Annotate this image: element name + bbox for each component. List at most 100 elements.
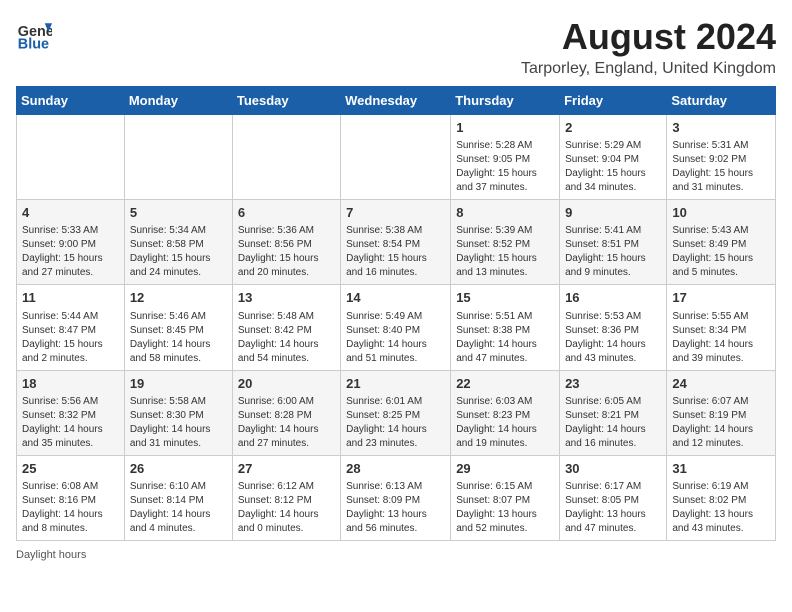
col-header-saturday: Saturday [667,87,776,115]
day-info: Sunrise: 5:41 AM Sunset: 8:51 PM Dayligh… [565,224,661,280]
calendar-cell: 19 Sunrise: 5:58 AM Sunset: 8:30 PM Dayli… [124,370,232,455]
day-info: Sunrise: 5:46 AM Sunset: 8:45 PM Dayligh… [130,310,227,366]
calendar-cell: 9Sunrise: 5:41 AM Sunset: 8:51 PM Daylig… [560,200,667,285]
day-number: 1 [456,119,554,137]
calendar-week-3: 11 Sunrise: 5:44 AM Sunset: 8:47 PM Dayli… [17,285,776,370]
calendar-week-2: 4 Sunrise: 5:33 AM Sunset: 9:00 PM Daylig… [17,200,776,285]
calendar-cell: 21 Sunrise: 6:01 AM Sunset: 8:25 PM Dayli… [341,370,451,455]
day-number: 16 [565,289,661,307]
calendar-cell: 2 Sunrise: 5:29 AM Sunset: 9:04 PM Daylig… [560,115,667,200]
day-number: 29 [456,460,554,478]
day-number: 4 [22,204,119,222]
calendar-cell [124,115,232,200]
daylight-label: Daylight hours [16,549,86,561]
calendar-cell: 29 Sunrise: 6:15 AM Sunset: 8:07 PM Dayli… [451,455,560,540]
svg-text:Blue: Blue [18,36,49,52]
day-info: Sunrise: 6:05 AM Sunset: 8:21 PM Dayligh… [565,395,661,451]
footer: Daylight hours [16,549,776,561]
col-header-sunday: Sunday [17,87,125,115]
day-info: Sunrise: 5:31 AM Sunset: 9:02 PM Dayligh… [672,139,770,195]
calendar-cell: 23 Sunrise: 6:05 AM Sunset: 8:21 PM Dayli… [560,370,667,455]
day-info: Sunrise: 5:55 AM Sunset: 8:34 PM Dayligh… [672,310,770,366]
calendar-cell: 7 Sunrise: 5:38 AM Sunset: 8:54 PM Daylig… [341,200,451,285]
day-info: Sunrise: 5:43 AM Sunset: 8:49 PM Dayligh… [672,224,770,280]
calendar-cell: 17 Sunrise: 5:55 AM Sunset: 8:34 PM Dayli… [667,285,776,370]
day-info: Sunrise: 5:58 AM Sunset: 8:30 PM Dayligh… [130,395,227,451]
day-info: Sunrise: 5:38 AM Sunset: 8:54 PM Dayligh… [346,224,445,280]
calendar-header-row: SundayMondayTuesdayWednesdayThursdayFrid… [17,87,776,115]
day-number: 11 [22,289,119,307]
day-number: 19 [130,375,227,393]
day-number: 30 [565,460,661,478]
calendar-cell: 14Sunrise: 5:49 AM Sunset: 8:40 PM Dayli… [341,285,451,370]
day-number: 22 [456,375,554,393]
col-header-tuesday: Tuesday [232,87,340,115]
calendar-week-5: 25Sunrise: 6:08 AM Sunset: 8:16 PM Dayli… [17,455,776,540]
day-number: 5 [130,204,227,222]
day-number: 10 [672,204,770,222]
calendar-cell: 28 Sunrise: 6:13 AM Sunset: 8:09 PM Dayli… [341,455,451,540]
day-info: Sunrise: 5:48 AM Sunset: 8:42 PM Dayligh… [238,310,335,366]
day-info: Sunrise: 6:15 AM Sunset: 8:07 PM Dayligh… [456,480,554,536]
day-info: Sunrise: 5:29 AM Sunset: 9:04 PM Dayligh… [565,139,661,195]
calendar-cell: 26 Sunrise: 6:10 AM Sunset: 8:14 PM Dayli… [124,455,232,540]
logo: General Blue [16,16,54,52]
day-number: 2 [565,119,661,137]
calendar-cell: 3Sunrise: 5:31 AM Sunset: 9:02 PM Daylig… [667,115,776,200]
calendar-cell [17,115,125,200]
logo-icon: General Blue [16,16,52,52]
day-info: Sunrise: 6:07 AM Sunset: 8:19 PM Dayligh… [672,395,770,451]
main-title: August 2024 [521,16,776,58]
col-header-monday: Monday [124,87,232,115]
calendar-cell: 22 Sunrise: 6:03 AM Sunset: 8:23 PM Dayli… [451,370,560,455]
day-number: 28 [346,460,445,478]
calendar-cell: 18 Sunrise: 5:56 AM Sunset: 8:32 PM Dayli… [17,370,125,455]
day-number: 26 [130,460,227,478]
day-number: 18 [22,375,119,393]
day-number: 23 [565,375,661,393]
calendar-cell: 30Sunrise: 6:17 AM Sunset: 8:05 PM Dayli… [560,455,667,540]
calendar-table: SundayMondayTuesdayWednesdayThursdayFrid… [16,86,776,541]
calendar-cell: 27 Sunrise: 6:12 AM Sunset: 8:12 PM Dayli… [232,455,340,540]
day-number: 13 [238,289,335,307]
day-number: 15 [456,289,554,307]
day-number: 21 [346,375,445,393]
day-number: 7 [346,204,445,222]
calendar-cell: 31Sunrise: 6:19 AM Sunset: 8:02 PM Dayli… [667,455,776,540]
calendar-cell: 5 Sunrise: 5:34 AM Sunset: 8:58 PM Daylig… [124,200,232,285]
calendar-cell: 8 Sunrise: 5:39 AM Sunset: 8:52 PM Daylig… [451,200,560,285]
day-info: Sunrise: 6:12 AM Sunset: 8:12 PM Dayligh… [238,480,335,536]
day-number: 17 [672,289,770,307]
day-info: Sunrise: 5:36 AM Sunset: 8:56 PM Dayligh… [238,224,335,280]
day-number: 6 [238,204,335,222]
day-info: Sunrise: 6:10 AM Sunset: 8:14 PM Dayligh… [130,480,227,536]
day-number: 25 [22,460,119,478]
day-info: Sunrise: 6:03 AM Sunset: 8:23 PM Dayligh… [456,395,554,451]
day-number: 8 [456,204,554,222]
day-info: Sunrise: 5:34 AM Sunset: 8:58 PM Dayligh… [130,224,227,280]
day-number: 14 [346,289,445,307]
calendar-cell: 12 Sunrise: 5:46 AM Sunset: 8:45 PM Dayli… [124,285,232,370]
day-info: Sunrise: 6:01 AM Sunset: 8:25 PM Dayligh… [346,395,445,451]
calendar-cell: 10 Sunrise: 5:43 AM Sunset: 8:49 PM Dayli… [667,200,776,285]
day-number: 24 [672,375,770,393]
day-info: Sunrise: 5:53 AM Sunset: 8:36 PM Dayligh… [565,310,661,366]
calendar-cell: 6 Sunrise: 5:36 AM Sunset: 8:56 PM Daylig… [232,200,340,285]
calendar-week-1: 1Sunrise: 5:28 AM Sunset: 9:05 PM Daylig… [17,115,776,200]
day-number: 12 [130,289,227,307]
calendar-cell: 4 Sunrise: 5:33 AM Sunset: 9:00 PM Daylig… [17,200,125,285]
day-info: Sunrise: 5:56 AM Sunset: 8:32 PM Dayligh… [22,395,119,451]
day-info: Sunrise: 5:44 AM Sunset: 8:47 PM Dayligh… [22,310,119,366]
title-block: August 2024 Tarporley, England, United K… [521,16,776,78]
calendar-cell: 24 Sunrise: 6:07 AM Sunset: 8:19 PM Dayli… [667,370,776,455]
day-number: 27 [238,460,335,478]
day-info: Sunrise: 5:33 AM Sunset: 9:00 PM Dayligh… [22,224,119,280]
day-info: Sunrise: 5:39 AM Sunset: 8:52 PM Dayligh… [456,224,554,280]
calendar-cell: 11 Sunrise: 5:44 AM Sunset: 8:47 PM Dayli… [17,285,125,370]
day-info: Sunrise: 6:13 AM Sunset: 8:09 PM Dayligh… [346,480,445,536]
calendar-cell: 25Sunrise: 6:08 AM Sunset: 8:16 PM Dayli… [17,455,125,540]
day-info: Sunrise: 6:19 AM Sunset: 8:02 PM Dayligh… [672,480,770,536]
subtitle: Tarporley, England, United Kingdom [521,60,776,78]
calendar-cell [232,115,340,200]
day-number: 20 [238,375,335,393]
